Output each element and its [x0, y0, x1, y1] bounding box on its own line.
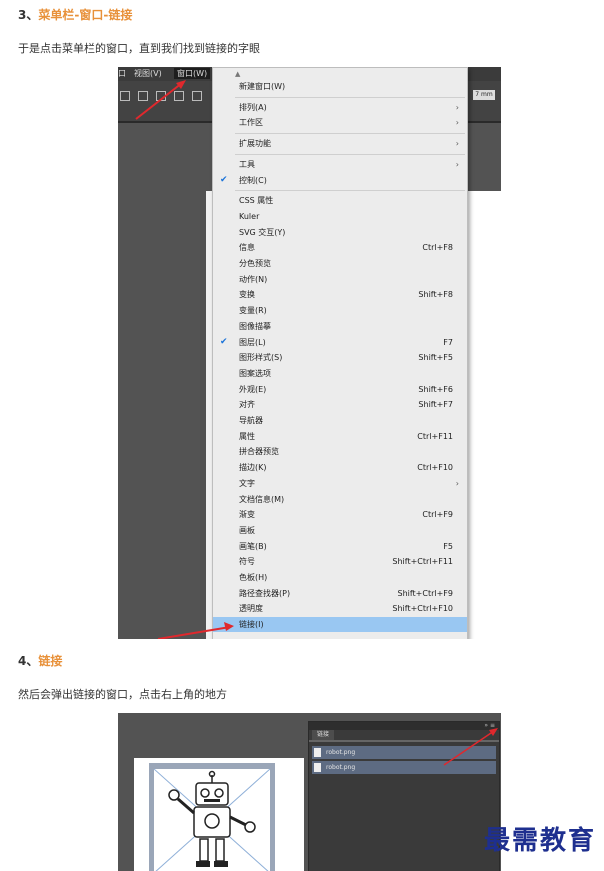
- arrowhead-icon: [224, 622, 234, 631]
- arrowhead-icon: [489, 728, 498, 736]
- step-title: 菜单栏-窗口-链接: [38, 8, 133, 22]
- links-panel-screenshot: » ≡ 链接 robot.png robot.png: [118, 713, 501, 871]
- step-4-description: 然后会弹出链接的窗口，点击右上角的地方: [18, 688, 227, 701]
- step-3-heading: 3、菜单栏-窗口-链接: [18, 6, 132, 23]
- step-3-description: 于是点击菜单栏的窗口，直到我们找到链接的字眼: [18, 42, 260, 55]
- arrow-to-links-item: [157, 626, 231, 639]
- window-menu-screenshot: 口 视图(V) 窗口(W) 7 mm ▲ 新建窗口(W) 排列(A) › 工作区 › 扩展…: [118, 67, 501, 639]
- step-4-heading: 4、链接: [18, 652, 62, 669]
- watermark-logo: 最需教育: [483, 826, 596, 856]
- step-number: 3、: [18, 8, 39, 22]
- arrow-to-panel-menu: [443, 730, 495, 766]
- step-number: 4、: [18, 654, 39, 668]
- annotation-arrows: [135, 80, 234, 639]
- step-title: 链接: [38, 654, 63, 668]
- annotation-arrows: [443, 728, 498, 766]
- arrow-to-window-menu: [135, 82, 183, 120]
